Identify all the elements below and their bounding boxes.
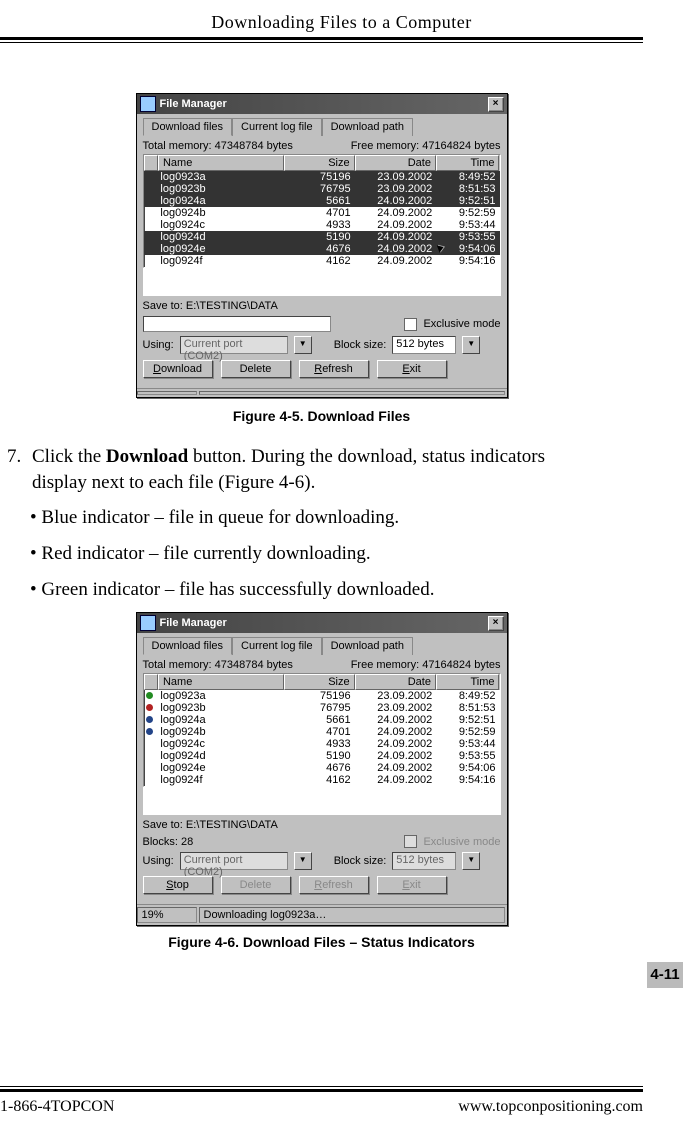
- status-dot-icon: [146, 692, 153, 699]
- file-manager-window-fig45: File Manager × Download files Current lo…: [136, 93, 508, 398]
- tab-current-log[interactable]: Current log file: [232, 637, 322, 655]
- using-select: Current port (COM2): [180, 852, 288, 870]
- delete-button[interactable]: Delete: [221, 360, 291, 378]
- table-row[interactable]: log0924c493324.09.20029:53:44: [144, 738, 500, 750]
- status-percent: 19%: [137, 907, 197, 923]
- total-memory: Total memory: 47348784 bytes: [143, 140, 293, 152]
- blocks-label: Blocks: 28: [143, 836, 194, 848]
- col-time[interactable]: Time: [436, 155, 500, 171]
- tab-download-files[interactable]: Download files: [143, 637, 233, 655]
- status-dot-icon: [146, 704, 153, 711]
- table-row[interactable]: log0924f416224.09.20029:54:16: [144, 255, 500, 267]
- table-row[interactable]: log0924c493324.09.20029:53:44: [144, 219, 500, 231]
- app-icon: [140, 96, 156, 112]
- table-row[interactable]: log0924a566124.09.20029:52:51: [144, 714, 500, 726]
- file-grid[interactable]: Name Size Date Time log0923a7519623.09.2…: [143, 154, 501, 268]
- app-icon: [140, 615, 156, 631]
- close-icon[interactable]: ×: [488, 616, 504, 631]
- table-row[interactable]: log0924e467624.09.20029:54:06: [144, 243, 500, 255]
- exit-button[interactable]: Exit: [377, 360, 447, 378]
- step-7: Click the Download button. During the do…: [26, 444, 603, 495]
- table-row[interactable]: log0924b470124.09.20029:52:59: [144, 726, 500, 738]
- table-row[interactable]: log0923b7679523.09.20028:51:53: [144, 183, 500, 195]
- table-row[interactable]: log0923b7679523.09.20028:51:53: [144, 702, 500, 714]
- block-size-label: Block size:: [334, 339, 387, 351]
- bullet-blue: Blue indicator – file in queue for downl…: [30, 505, 603, 531]
- download-button[interactable]: Download: [143, 360, 213, 378]
- footer-phone: 1-866-4TOPCON: [0, 1098, 114, 1116]
- exclusive-label: Exclusive mode: [423, 836, 500, 848]
- table-row[interactable]: log0924e467624.09.20029:54:06: [144, 762, 500, 774]
- file-grid[interactable]: Name Size Date Time log0923a7519623.09.2…: [143, 673, 501, 787]
- free-memory: Free memory: 47164824 bytes: [351, 659, 501, 671]
- col-name[interactable]: Name: [158, 674, 284, 690]
- table-row[interactable]: log0923a7519623.09.20028:49:52: [144, 690, 500, 702]
- tab-download-path[interactable]: Download path: [322, 637, 413, 655]
- figure-caption-46: Figure 4-6. Download Files – Status Indi…: [0, 934, 643, 950]
- col-size[interactable]: Size: [284, 155, 355, 171]
- col-indicator[interactable]: [144, 674, 158, 690]
- chevron-down-icon: ▼: [294, 852, 312, 870]
- tab-current-log[interactable]: Current log file: [232, 118, 322, 136]
- save-path-field[interactable]: [143, 316, 331, 332]
- exclusive-checkbox[interactable]: [404, 318, 417, 331]
- col-indicator[interactable]: [144, 155, 158, 171]
- table-row[interactable]: log0924d519024.09.20029:53:55: [144, 231, 500, 243]
- tab-download-path[interactable]: Download path: [322, 118, 413, 136]
- status-dot-icon: [146, 716, 153, 723]
- col-time[interactable]: Time: [436, 674, 500, 690]
- save-to: Save to: E:\TESTING\DATA: [143, 815, 501, 833]
- titlebar[interactable]: File Manager ×: [137, 94, 507, 114]
- stop-button[interactable]: Stop: [143, 876, 213, 894]
- status-dot-icon: [146, 728, 153, 735]
- file-manager-window-fig46: File Manager × Download files Current lo…: [136, 612, 508, 926]
- exclusive-label: Exclusive mode: [423, 318, 500, 330]
- exit-button: Exit: [377, 876, 447, 894]
- using-select[interactable]: Current port (COM2): [180, 336, 288, 354]
- table-row[interactable]: log0924d519024.09.20029:53:55: [144, 750, 500, 762]
- window-title: File Manager: [160, 98, 227, 110]
- refresh-button[interactable]: Refresh: [299, 360, 369, 378]
- chevron-down-icon[interactable]: ▼: [294, 336, 312, 354]
- figure-caption-45: Figure 4-5. Download Files: [0, 408, 643, 424]
- close-icon[interactable]: ×: [488, 97, 504, 112]
- exclusive-checkbox: [404, 835, 417, 848]
- col-size[interactable]: Size: [284, 674, 355, 690]
- footer-url: www.topconpositioning.com: [458, 1098, 643, 1116]
- block-size-select[interactable]: 512 bytes: [392, 336, 456, 354]
- table-row[interactable]: log0924f416224.09.20029:54:16: [144, 774, 500, 786]
- tab-download-files[interactable]: Download files: [143, 118, 233, 136]
- chevron-down-icon: ▼: [462, 852, 480, 870]
- chevron-down-icon[interactable]: ▼: [462, 336, 480, 354]
- col-date[interactable]: Date: [355, 674, 436, 690]
- total-memory: Total memory: 47348784 bytes: [143, 659, 293, 671]
- free-memory: Free memory: 47164824 bytes: [351, 140, 501, 152]
- block-size-select: 512 bytes: [392, 852, 456, 870]
- refresh-button: Refresh: [299, 876, 369, 894]
- using-label: Using:: [143, 339, 174, 351]
- page-header: Downloading Files to a Computer: [0, 0, 683, 33]
- window-title: File Manager: [160, 617, 227, 629]
- col-date[interactable]: Date: [355, 155, 436, 171]
- titlebar[interactable]: File Manager ×: [137, 613, 507, 633]
- table-row[interactable]: log0923a7519623.09.20028:49:52: [144, 171, 500, 183]
- status-text: Downloading log0923a…: [199, 907, 505, 923]
- block-size-label: Block size:: [334, 855, 387, 867]
- save-to: Save to: E:\TESTING\DATA: [143, 296, 501, 314]
- using-label: Using:: [143, 855, 174, 867]
- col-name[interactable]: Name: [158, 155, 284, 171]
- delete-button: Delete: [221, 876, 291, 894]
- bullet-red: Red indicator – file currently downloadi…: [30, 541, 603, 567]
- table-row[interactable]: log0924b470124.09.20029:52:59: [144, 207, 500, 219]
- page-number-tab: 4-11: [647, 962, 683, 988]
- bullet-green: Green indicator – file has successfully …: [30, 577, 603, 603]
- table-row[interactable]: log0924a566124.09.20029:52:51: [144, 195, 500, 207]
